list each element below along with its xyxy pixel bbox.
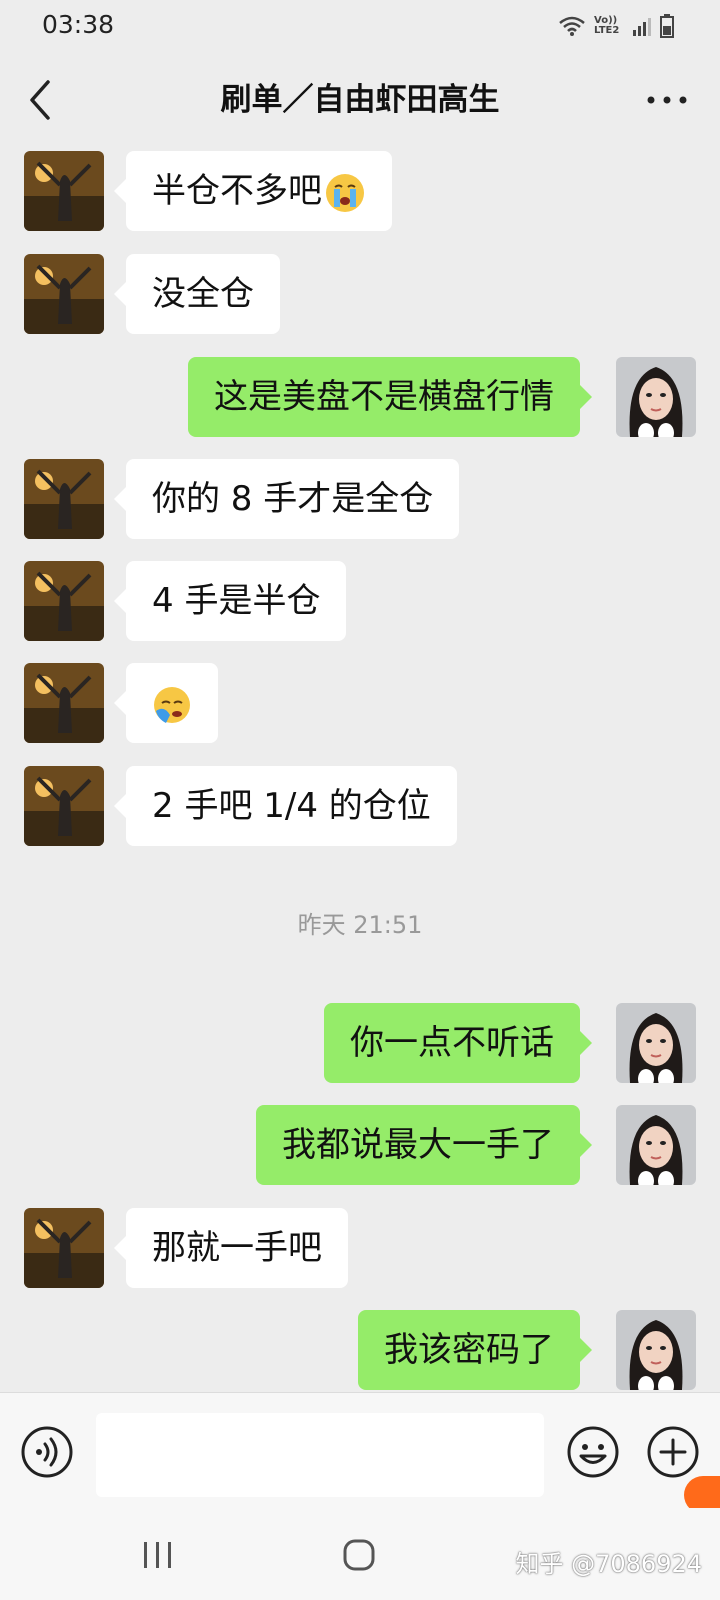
status-time: 03:38 <box>42 10 115 39</box>
message-row: 你的 8 手才是全仓 <box>0 459 720 539</box>
message-text: 你的 8 手才是全仓 <box>152 479 434 519</box>
message-row: 2 手吧 1/4 的仓位 <box>0 766 720 846</box>
message-text: 半仓不多吧 <box>152 171 322 211</box>
contact-avatar[interactable] <box>24 151 104 231</box>
message-input[interactable] <box>96 1413 544 1497</box>
message-list[interactable]: 半仓不多吧 没全仓 这是美盘不是横盘行情 你的 8 手才是全仓 4 手是半仓 2… <box>0 148 720 1392</box>
watermark-text: 知乎 @7086924 <box>515 1550 702 1578</box>
incoming-message-bubble[interactable]: 没全仓 <box>114 254 280 334</box>
message-text: 2 手吧 1/4 的仓位 <box>152 786 431 826</box>
message-text: 你一点不听话 <box>350 1023 554 1063</box>
message-text: 那就一手吧 <box>152 1228 322 1268</box>
message-row: 那就一手吧 <box>0 1208 720 1288</box>
signal-icon <box>633 18 651 36</box>
facepalm-face-emoji-icon <box>154 686 190 723</box>
incoming-message-bubble[interactable]: 4 手是半仓 <box>113 561 347 641</box>
contact-avatar[interactable] <box>24 254 104 334</box>
outgoing-message-bubble[interactable]: 我该密码了 <box>358 1310 592 1390</box>
recent-apps-icon[interactable] <box>140 1540 176 1570</box>
status-bar: 03:38 Vo)) LTE2 <box>0 0 720 52</box>
more-options-icon[interactable] <box>644 86 690 114</box>
message-row: 你一点不听话 <box>0 1003 720 1083</box>
outgoing-message-bubble[interactable]: 我都说最大一手了 <box>256 1105 592 1185</box>
volte-label: Vo)) LTE2 <box>594 15 620 36</box>
back-arrow-icon[interactable] <box>22 76 62 124</box>
message-row <box>0 663 720 743</box>
incoming-message-bubble[interactable] <box>114 663 218 743</box>
incoming-message-bubble[interactable]: 半仓不多吧 <box>114 151 392 231</box>
contact-avatar[interactable] <box>24 663 104 743</box>
contact-avatar[interactable] <box>24 1208 104 1288</box>
outgoing-message-bubble[interactable]: 你一点不听话 <box>324 1003 592 1083</box>
message-timestamp: 昨天 21:51 <box>297 911 423 939</box>
incoming-message-bubble[interactable]: 那就一手吧 <box>114 1208 348 1288</box>
message-text: 这是美盘不是横盘行情 <box>214 377 554 417</box>
composer-bar <box>0 1392 720 1509</box>
home-button-icon[interactable] <box>342 1538 376 1572</box>
contact-avatar[interactable] <box>24 561 104 641</box>
incoming-message-bubble[interactable]: 你的 8 手才是全仓 <box>113 459 460 539</box>
incoming-message-bubble[interactable]: 2 手吧 1/4 的仓位 <box>114 766 457 846</box>
message-text: 没全仓 <box>152 274 254 314</box>
message-row: 没全仓 <box>0 254 720 334</box>
my-avatar[interactable] <box>616 357 696 437</box>
system-navigation-bar: 知乎 @7086924 <box>0 1508 720 1600</box>
message-text: 4 手是半仓 <box>152 581 321 621</box>
my-avatar[interactable] <box>616 1003 696 1083</box>
status-icons: Vo)) LTE2 <box>558 14 674 38</box>
chat-header: 刷单／自由虾田高生 <box>0 52 720 148</box>
outgoing-message-bubble[interactable]: 这是美盘不是横盘行情 <box>188 357 592 437</box>
contact-avatar[interactable] <box>24 766 104 846</box>
message-row: 半仓不多吧 <box>0 151 720 231</box>
contact-avatar[interactable] <box>24 459 104 539</box>
message-row: 这是美盘不是横盘行情 <box>0 357 720 437</box>
crying-face-emoji-icon <box>326 173 364 212</box>
add-attachment-icon[interactable] <box>646 1425 700 1479</box>
message-row: 我该密码了 <box>0 1310 720 1390</box>
message-row: 4 手是半仓 <box>0 561 720 641</box>
message-text: 我都说最大一手了 <box>282 1125 554 1165</box>
voice-input-icon[interactable] <box>20 1425 74 1479</box>
chat-title: 刷单／自由虾田高生 <box>220 82 500 118</box>
my-avatar[interactable] <box>616 1310 696 1390</box>
wifi-icon <box>559 16 585 36</box>
emoji-picker-icon[interactable] <box>566 1425 620 1479</box>
message-row: 我都说最大一手了 <box>0 1105 720 1185</box>
my-avatar[interactable] <box>616 1105 696 1185</box>
battery-icon <box>660 14 674 38</box>
message-text: 我该密码了 <box>384 1330 554 1370</box>
